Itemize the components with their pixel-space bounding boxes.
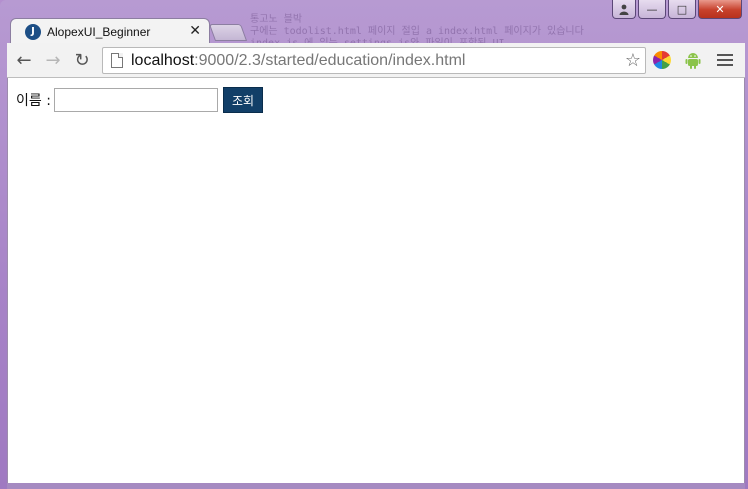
window-bottom-edge xyxy=(7,483,745,489)
name-input[interactable] xyxy=(53,88,218,112)
name-label: 이름 : xyxy=(16,93,51,109)
android-glyph xyxy=(685,52,701,69)
window-controls: — □ ✕ xyxy=(612,0,742,19)
address-bar[interactable]: localhost:9000/2.3/started/education/ind… xyxy=(102,47,646,74)
menu-bar xyxy=(717,59,733,61)
back-button[interactable]: ← xyxy=(13,49,35,71)
maximize-icon: □ xyxy=(676,2,688,16)
reload-button[interactable]: ↻ xyxy=(71,49,93,71)
new-tab-button[interactable] xyxy=(208,24,248,41)
page-content: 이름 : 조회 xyxy=(7,78,745,483)
background-text-line: 구에는 todolist.html 페이지 절입 a index.html 페이… xyxy=(250,26,584,37)
browser-toolbar: ← → ↻ localhost:9000/2.3/started/educati… xyxy=(7,43,745,78)
search-form: 이름 : 조회 xyxy=(16,87,264,113)
url-text[interactable]: localhost:9000/2.3/started/education/ind… xyxy=(131,52,465,70)
close-window-button[interactable]: ✕ xyxy=(698,0,742,19)
forward-arrow-icon: → xyxy=(45,49,61,71)
color-wheel-extension-icon[interactable] xyxy=(653,51,671,69)
search-button[interactable]: 조회 xyxy=(222,87,264,113)
close-icon: ✕ xyxy=(715,2,725,16)
forward-button[interactable]: → xyxy=(42,49,64,71)
maximize-button[interactable]: □ xyxy=(668,0,696,19)
bookmark-star-icon[interactable]: ☆ xyxy=(625,50,641,71)
page-icon xyxy=(111,53,123,68)
minimize-button[interactable]: — xyxy=(638,0,666,19)
alopex-logo-icon: J xyxy=(25,23,41,40)
reload-icon: ↻ xyxy=(74,49,90,71)
menu-bar xyxy=(717,54,733,56)
android-extension-icon[interactable] xyxy=(685,51,701,69)
menu-bar xyxy=(717,64,733,66)
back-arrow-icon: ← xyxy=(16,49,32,71)
user-icon[interactable] xyxy=(612,0,636,19)
favicon-letter: J xyxy=(31,26,35,37)
tab-close-icon[interactable]: ✕ xyxy=(189,23,201,39)
tab-title: AlopexUI_Beginner xyxy=(47,24,151,39)
minimize-icon: — xyxy=(646,2,658,16)
chrome-menu-icon[interactable] xyxy=(717,50,733,70)
tab-alopexui-beginner[interactable]: J AlopexUI_Beginner ✕ xyxy=(10,18,210,44)
url-path: :9000/2.3/started/education/index.html xyxy=(194,51,466,69)
url-host: localhost xyxy=(131,51,195,69)
user-glyph xyxy=(619,4,629,15)
browser-window: 통고노 블박 구에는 todolist.html 페이지 절입 a index.… xyxy=(0,0,748,489)
